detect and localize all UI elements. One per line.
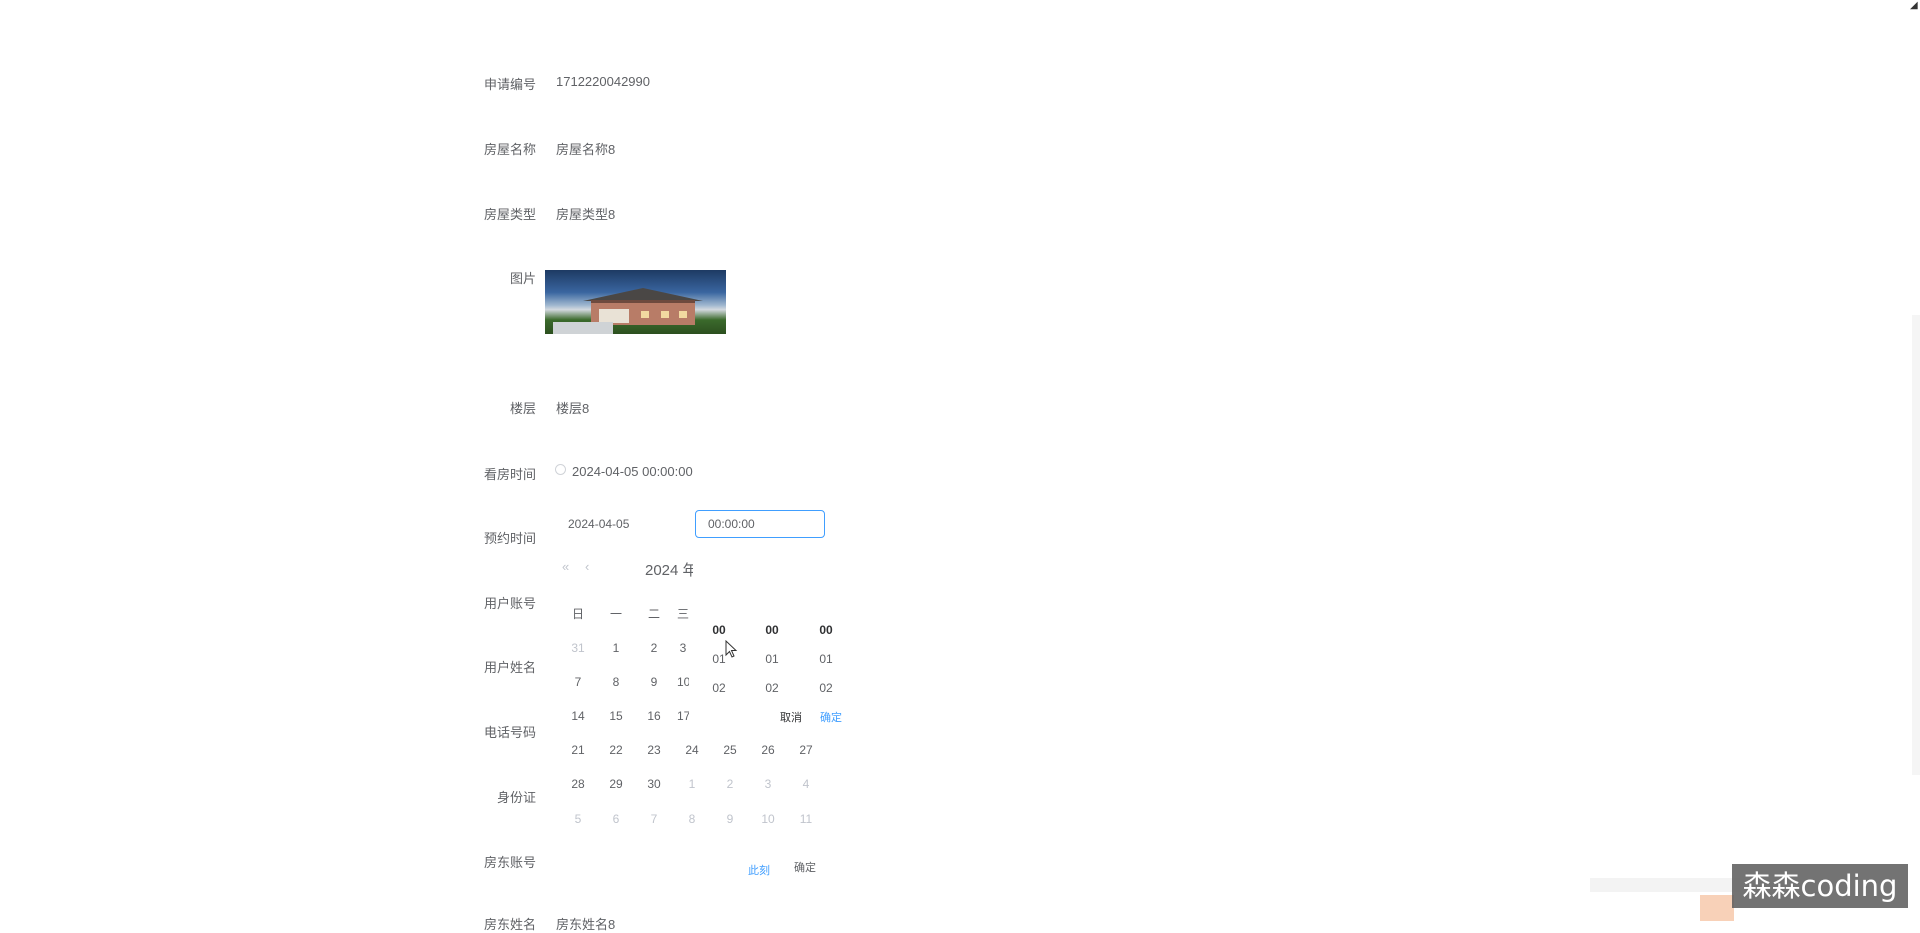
calendar-day[interactable]: 4 xyxy=(791,777,821,791)
calendar-header-title[interactable]: 2024 年 xyxy=(645,559,693,580)
house-photo[interactable] xyxy=(545,270,726,334)
field-label-user-name: 用户姓名 xyxy=(483,660,536,675)
calendar-day[interactable]: 8 xyxy=(677,812,707,826)
field-label-application-no: 申请编号 xyxy=(483,77,536,92)
calendar-day[interactable]: 1 xyxy=(601,641,631,655)
calendar-day[interactable]: 27 xyxy=(791,743,821,757)
field-value-floor: 楼层8 xyxy=(556,401,590,416)
clock-icon xyxy=(555,464,566,475)
field-label-floor: 楼层 xyxy=(509,401,536,416)
field-label-house-type: 房屋类型 xyxy=(483,207,536,222)
field-label-landlord-account: 房东账号 xyxy=(483,855,536,870)
mouse-cursor-icon xyxy=(725,640,738,658)
calendar-day[interactable]: 5 xyxy=(563,812,593,826)
field-value-house-type: 房屋类型8 xyxy=(556,207,616,222)
calendar-day[interactable]: 14 xyxy=(563,709,593,723)
weekday-header: 一 xyxy=(609,607,622,621)
field-value-house-name: 房屋名称8 xyxy=(556,142,616,157)
photo-garage xyxy=(599,309,629,323)
field-value-application-no: 1712220042990 xyxy=(556,74,650,89)
double-chevron-left-icon[interactable]: « xyxy=(562,559,569,574)
minute-option[interactable]: 00 xyxy=(752,623,792,637)
hour-option[interactable]: 02 xyxy=(699,681,739,695)
calendar-day[interactable]: 31 xyxy=(563,641,593,655)
field-label-user-account: 用户账号 xyxy=(483,596,536,611)
hour-option[interactable]: 00 xyxy=(699,623,739,637)
second-option[interactable]: 01 xyxy=(806,652,846,666)
calendar-day[interactable]: 7 xyxy=(563,675,593,689)
scrollbar-thumb[interactable] xyxy=(1912,315,1920,775)
calendar-day[interactable]: 16 xyxy=(639,709,669,723)
weekday-header: 日 xyxy=(571,607,584,621)
time-cancel-button[interactable]: 取消 xyxy=(780,709,802,725)
photo-window xyxy=(661,311,669,318)
field-label-viewing-time: 看房时间 xyxy=(483,467,536,482)
calendar-day[interactable]: 7 xyxy=(639,812,669,826)
field-label-landlord-name: 房东姓名 xyxy=(483,917,536,932)
booking-time-input[interactable]: 00:00:00 xyxy=(695,510,825,538)
calendar-day[interactable]: 2 xyxy=(715,777,745,791)
minute-option[interactable]: 01 xyxy=(752,652,792,666)
calendar-day[interactable]: 11 xyxy=(791,812,821,826)
calendar-day[interactable]: 1 xyxy=(677,777,707,791)
calendar-day[interactable]: 3 xyxy=(753,777,783,791)
photo-window xyxy=(679,311,687,318)
photo-road xyxy=(553,322,613,334)
calendar-day[interactable]: 10 xyxy=(753,812,783,826)
booking-date-input[interactable]: 2024-04-05 xyxy=(555,510,685,538)
weekday-header: 二 xyxy=(647,607,660,621)
field-value-viewing-time: 2024-04-05 00:00:00 xyxy=(572,464,693,479)
calendar-day[interactable]: 9 xyxy=(715,812,745,826)
now-link[interactable]: 此刻 xyxy=(748,862,770,878)
calendar-day[interactable]: 15 xyxy=(601,709,631,723)
weekday-header: 三 xyxy=(677,607,689,621)
calendar-day[interactable]: 2 xyxy=(639,641,669,655)
calendar-day[interactable]: 26 xyxy=(753,743,783,757)
watermark-accent xyxy=(1700,895,1734,921)
calendar-day[interactable]: 28 xyxy=(563,777,593,791)
calendar-day[interactable]: 29 xyxy=(601,777,631,791)
calendar-day[interactable]: 17 xyxy=(677,709,689,723)
field-label-house-name: 房屋名称 xyxy=(483,142,536,157)
time-ok-button[interactable]: 确定 xyxy=(820,709,842,725)
minute-option[interactable]: 02 xyxy=(752,681,792,695)
calendar-day[interactable]: 10 xyxy=(677,675,689,689)
calendar-day[interactable]: 30 xyxy=(639,777,669,791)
watermark: 森森coding xyxy=(1732,864,1908,908)
field-label-id-card: 身份证 xyxy=(496,790,536,805)
field-label-photo: 图片 xyxy=(509,271,536,286)
calendar-day[interactable]: 3 xyxy=(677,641,689,655)
calendar-day[interactable]: 8 xyxy=(601,675,631,689)
calendar-day[interactable]: 25 xyxy=(715,743,745,757)
calendar-day[interactable]: 9 xyxy=(639,675,669,689)
field-label-booking-time: 预约时间 xyxy=(483,531,536,546)
calendar-day[interactable]: 6 xyxy=(601,812,631,826)
calendar-day[interactable]: 24 xyxy=(677,743,707,757)
second-option[interactable]: 00 xyxy=(806,623,846,637)
calendar-day[interactable]: 23 xyxy=(639,743,669,757)
chevron-left-icon[interactable]: ‹ xyxy=(585,559,589,574)
resize-corner-icon[interactable]: ◢ xyxy=(1910,0,1918,11)
picker-confirm-button[interactable]: 确定 xyxy=(784,856,826,880)
field-value-landlord-name: 房东姓名8 xyxy=(556,917,616,932)
calendar-day[interactable]: 22 xyxy=(601,743,631,757)
watermark-shadow xyxy=(1590,878,1740,892)
second-option[interactable]: 02 xyxy=(806,681,846,695)
field-label-phone: 电话号码 xyxy=(483,725,536,740)
calendar-day[interactable]: 21 xyxy=(563,743,593,757)
photo-window xyxy=(641,311,649,318)
